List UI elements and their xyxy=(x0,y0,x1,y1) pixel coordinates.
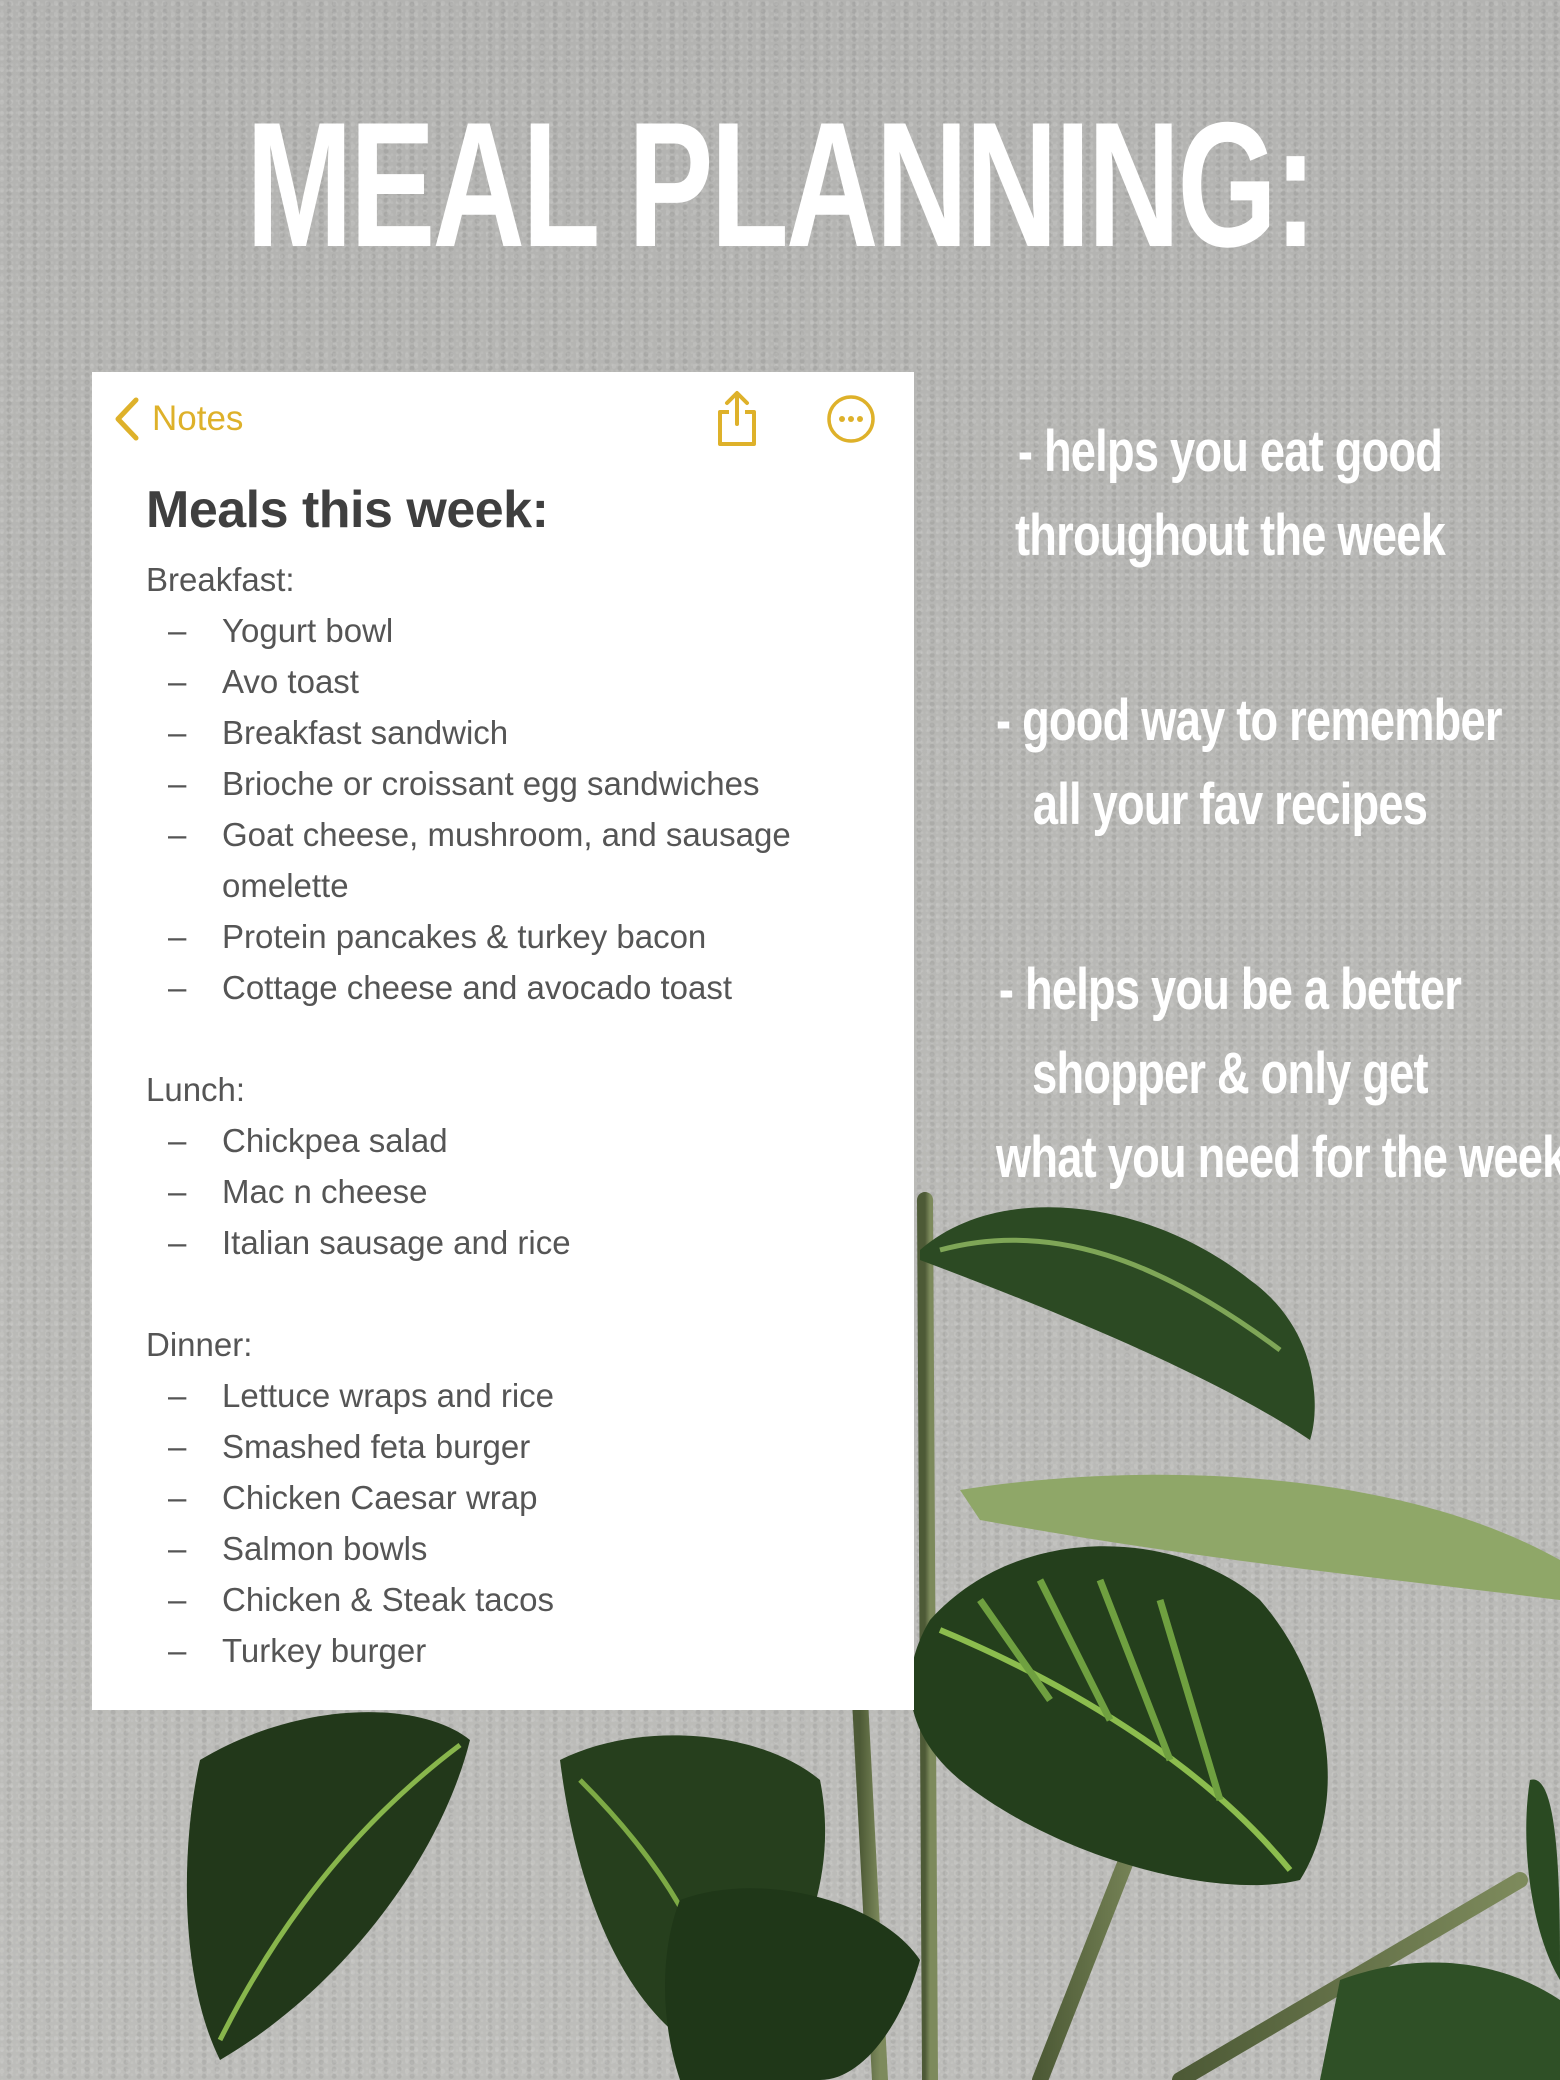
bullet-dash: – xyxy=(168,1479,187,1516)
benefit-eat-good: - helps you eat good throughout the week xyxy=(1014,419,1446,568)
benefit-remember-recipes: - good way to remember all your fav reci… xyxy=(996,688,1502,837)
ellipsis-circle-icon xyxy=(827,395,875,443)
list-item: – Italian sausage and rice xyxy=(146,1217,884,1268)
section-dinner: Dinner: – Lettuce wraps and rice – Smashed… xyxy=(146,1319,884,1676)
bullet-dash: – xyxy=(168,1173,187,1210)
note-content[interactable]: Meals this week: Breakfast: – Yogurt bowl… xyxy=(146,480,884,1676)
section-breakfast: Breakfast: – Yogurt bowl – Avo toast – Brea… xyxy=(146,554,884,1013)
bullet-dash: – xyxy=(168,663,187,700)
back-label: Notes xyxy=(152,399,244,438)
lunch-list: – Chickpea salad – Mac n cheese – Italian s… xyxy=(146,1115,884,1268)
bullet-dash: – xyxy=(168,714,187,751)
list-item: – Chickpea salad xyxy=(146,1115,884,1166)
benefits-list: - helps you eat good throughout the week… xyxy=(930,410,1560,1301)
notes-app-screenshot: Notes Meals this week: Breakfast: – Yogur… xyxy=(92,372,914,1710)
bullet-dash: – xyxy=(168,918,187,955)
section-lunch: Lunch: – Chickpea salad – Mac n cheese – It… xyxy=(146,1064,884,1268)
list-item: – Mac n cheese xyxy=(146,1166,884,1217)
dinner-list: – Lettuce wraps and rice – Smashed feta bu… xyxy=(146,1370,884,1676)
poster-title: MEAL PLANNING: xyxy=(245,85,1317,284)
list-item: – Lettuce wraps and rice xyxy=(146,1370,884,1421)
breakfast-list: – Yogurt bowl – Avo toast – Breakfast sandw… xyxy=(146,605,884,1013)
back-to-notes-button[interactable]: Notes xyxy=(112,394,243,444)
list-item: – Turkey burger xyxy=(146,1625,884,1676)
list-item: – Chicken & Steak tacos xyxy=(146,1574,884,1625)
bullet-dash: – xyxy=(168,1530,187,1567)
list-item: – Avo toast xyxy=(146,656,884,707)
bullet-dash: – xyxy=(168,969,187,1006)
benefit-better-shopper: - helps you be a better shopper & only g… xyxy=(996,957,1560,1190)
chevron-left-icon xyxy=(115,397,139,441)
bullet-dash: – xyxy=(168,816,187,853)
section-heading: Breakfast: xyxy=(146,561,295,598)
share-icon xyxy=(718,391,756,446)
more-options-button[interactable] xyxy=(826,394,876,444)
list-item: – Brioche or croissant egg sandwiches xyxy=(146,758,884,809)
bullet-dash: – xyxy=(168,1428,187,1465)
list-item: – Salmon bowls xyxy=(146,1523,884,1574)
list-item: – Cottage cheese and avocado toast xyxy=(146,962,884,1013)
bullet-dash: – xyxy=(168,1377,187,1414)
list-item: – Smashed feta burger xyxy=(146,1421,884,1472)
list-item: – Protein pancakes & turkey bacon xyxy=(146,911,884,962)
bullet-dash: – xyxy=(168,1632,187,1669)
bullet-dash: – xyxy=(168,612,187,649)
bullet-dash: – xyxy=(168,1224,187,1261)
list-item: – Breakfast sandwich xyxy=(146,707,884,758)
share-button[interactable] xyxy=(712,390,762,448)
list-item: – Goat cheese, mushroom, and sausage omel… xyxy=(146,809,884,911)
list-item: – Chicken Caesar wrap xyxy=(146,1472,884,1523)
section-heading: Dinner: xyxy=(146,1326,253,1363)
bullet-dash: – xyxy=(168,765,187,802)
notes-nav-bar: Notes xyxy=(92,372,914,472)
note-title: Meals this week: xyxy=(146,481,549,539)
bullet-dash: – xyxy=(168,1122,187,1159)
section-heading: Lunch: xyxy=(146,1071,246,1108)
list-item: – Yogurt bowl xyxy=(146,605,884,656)
bullet-dash: – xyxy=(168,1581,187,1618)
